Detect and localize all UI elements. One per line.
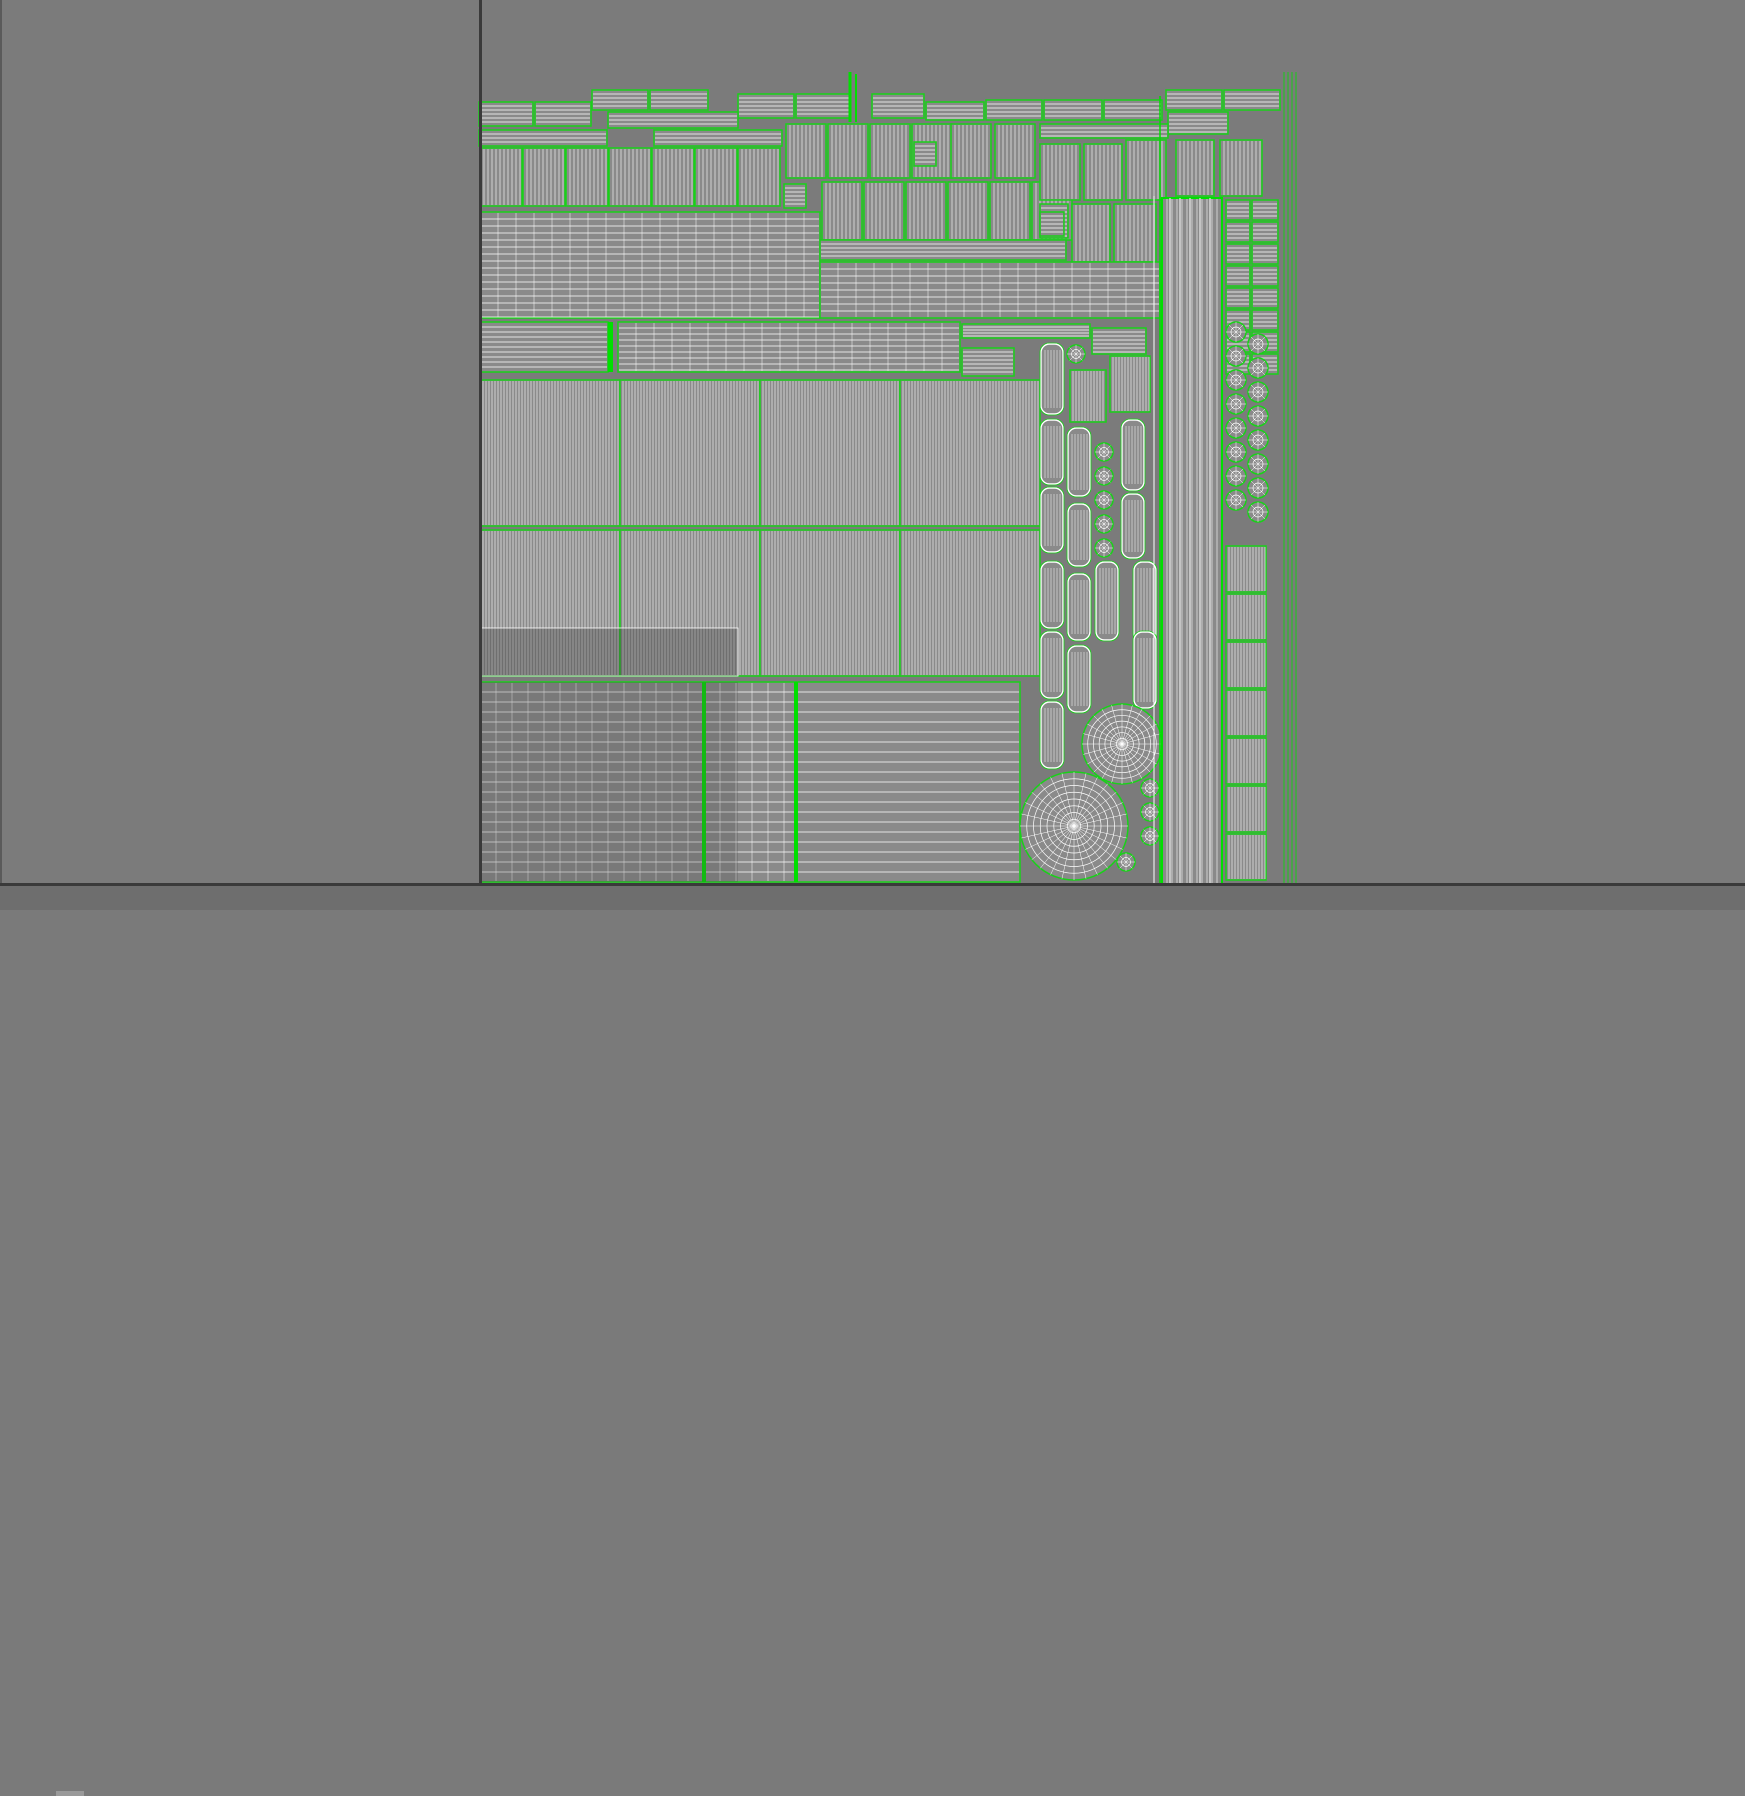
uv-seam: [794, 682, 798, 882]
viewport-bottom-strip: [0, 886, 1745, 1796]
uv-island: [1225, 265, 1251, 287]
uv-island: [1225, 199, 1251, 221]
uv-overlap: [480, 682, 738, 882]
uv-island: [1040, 343, 1064, 415]
uv-island: [1133, 561, 1157, 643]
uv-island: [819, 239, 1067, 261]
uv-island: [1040, 487, 1064, 553]
uv-seam: [608, 322, 613, 372]
uv-island: [925, 101, 985, 121]
uv-island: [1251, 199, 1279, 221]
uv-island: [1040, 631, 1064, 699]
uv-island: [1225, 287, 1251, 309]
uv-island: [1167, 111, 1229, 135]
uv-layout[interactable]: [0, 0, 1745, 910]
uv-island: [1175, 139, 1215, 197]
uv-island: [1225, 221, 1251, 243]
uv-island: [1067, 427, 1091, 497]
uv-island: [1133, 631, 1157, 709]
uv-island: [591, 89, 649, 111]
uv-island: [649, 89, 709, 111]
uv-island: [1223, 89, 1281, 111]
uv-island: [1043, 99, 1103, 121]
uv-island: [1083, 143, 1123, 201]
bottom-marker: [56, 1791, 84, 1796]
uv-wireframe-canvas[interactable]: [0, 0, 1745, 910]
uv-island: [1251, 221, 1279, 243]
uv-island: [1251, 287, 1279, 309]
uv-island: [479, 211, 821, 319]
uv-island: [1071, 203, 1111, 263]
uv-island: [1103, 99, 1163, 121]
uv-overlap: [479, 627, 739, 677]
uv-island: [1095, 561, 1119, 641]
uv-island: [1121, 419, 1145, 491]
uv-island: [1040, 561, 1064, 629]
uv-island: [985, 99, 1043, 121]
uv-island: [1067, 503, 1091, 567]
uv-island: [1251, 243, 1279, 265]
uv-island: [1251, 265, 1279, 287]
uv-editor-viewport[interactable]: [0, 0, 1745, 1796]
uv-axis-vertical: [479, 0, 482, 906]
uv-island: [1225, 243, 1251, 265]
uv-island: [617, 321, 961, 373]
uv-island: [1067, 645, 1091, 713]
uv-island: [1067, 573, 1091, 641]
uv-island: [1251, 309, 1279, 331]
uv-island: [1165, 89, 1223, 111]
uv-island: [1040, 419, 1064, 485]
uv-island: [1040, 701, 1064, 769]
uv-island: [1121, 493, 1145, 559]
